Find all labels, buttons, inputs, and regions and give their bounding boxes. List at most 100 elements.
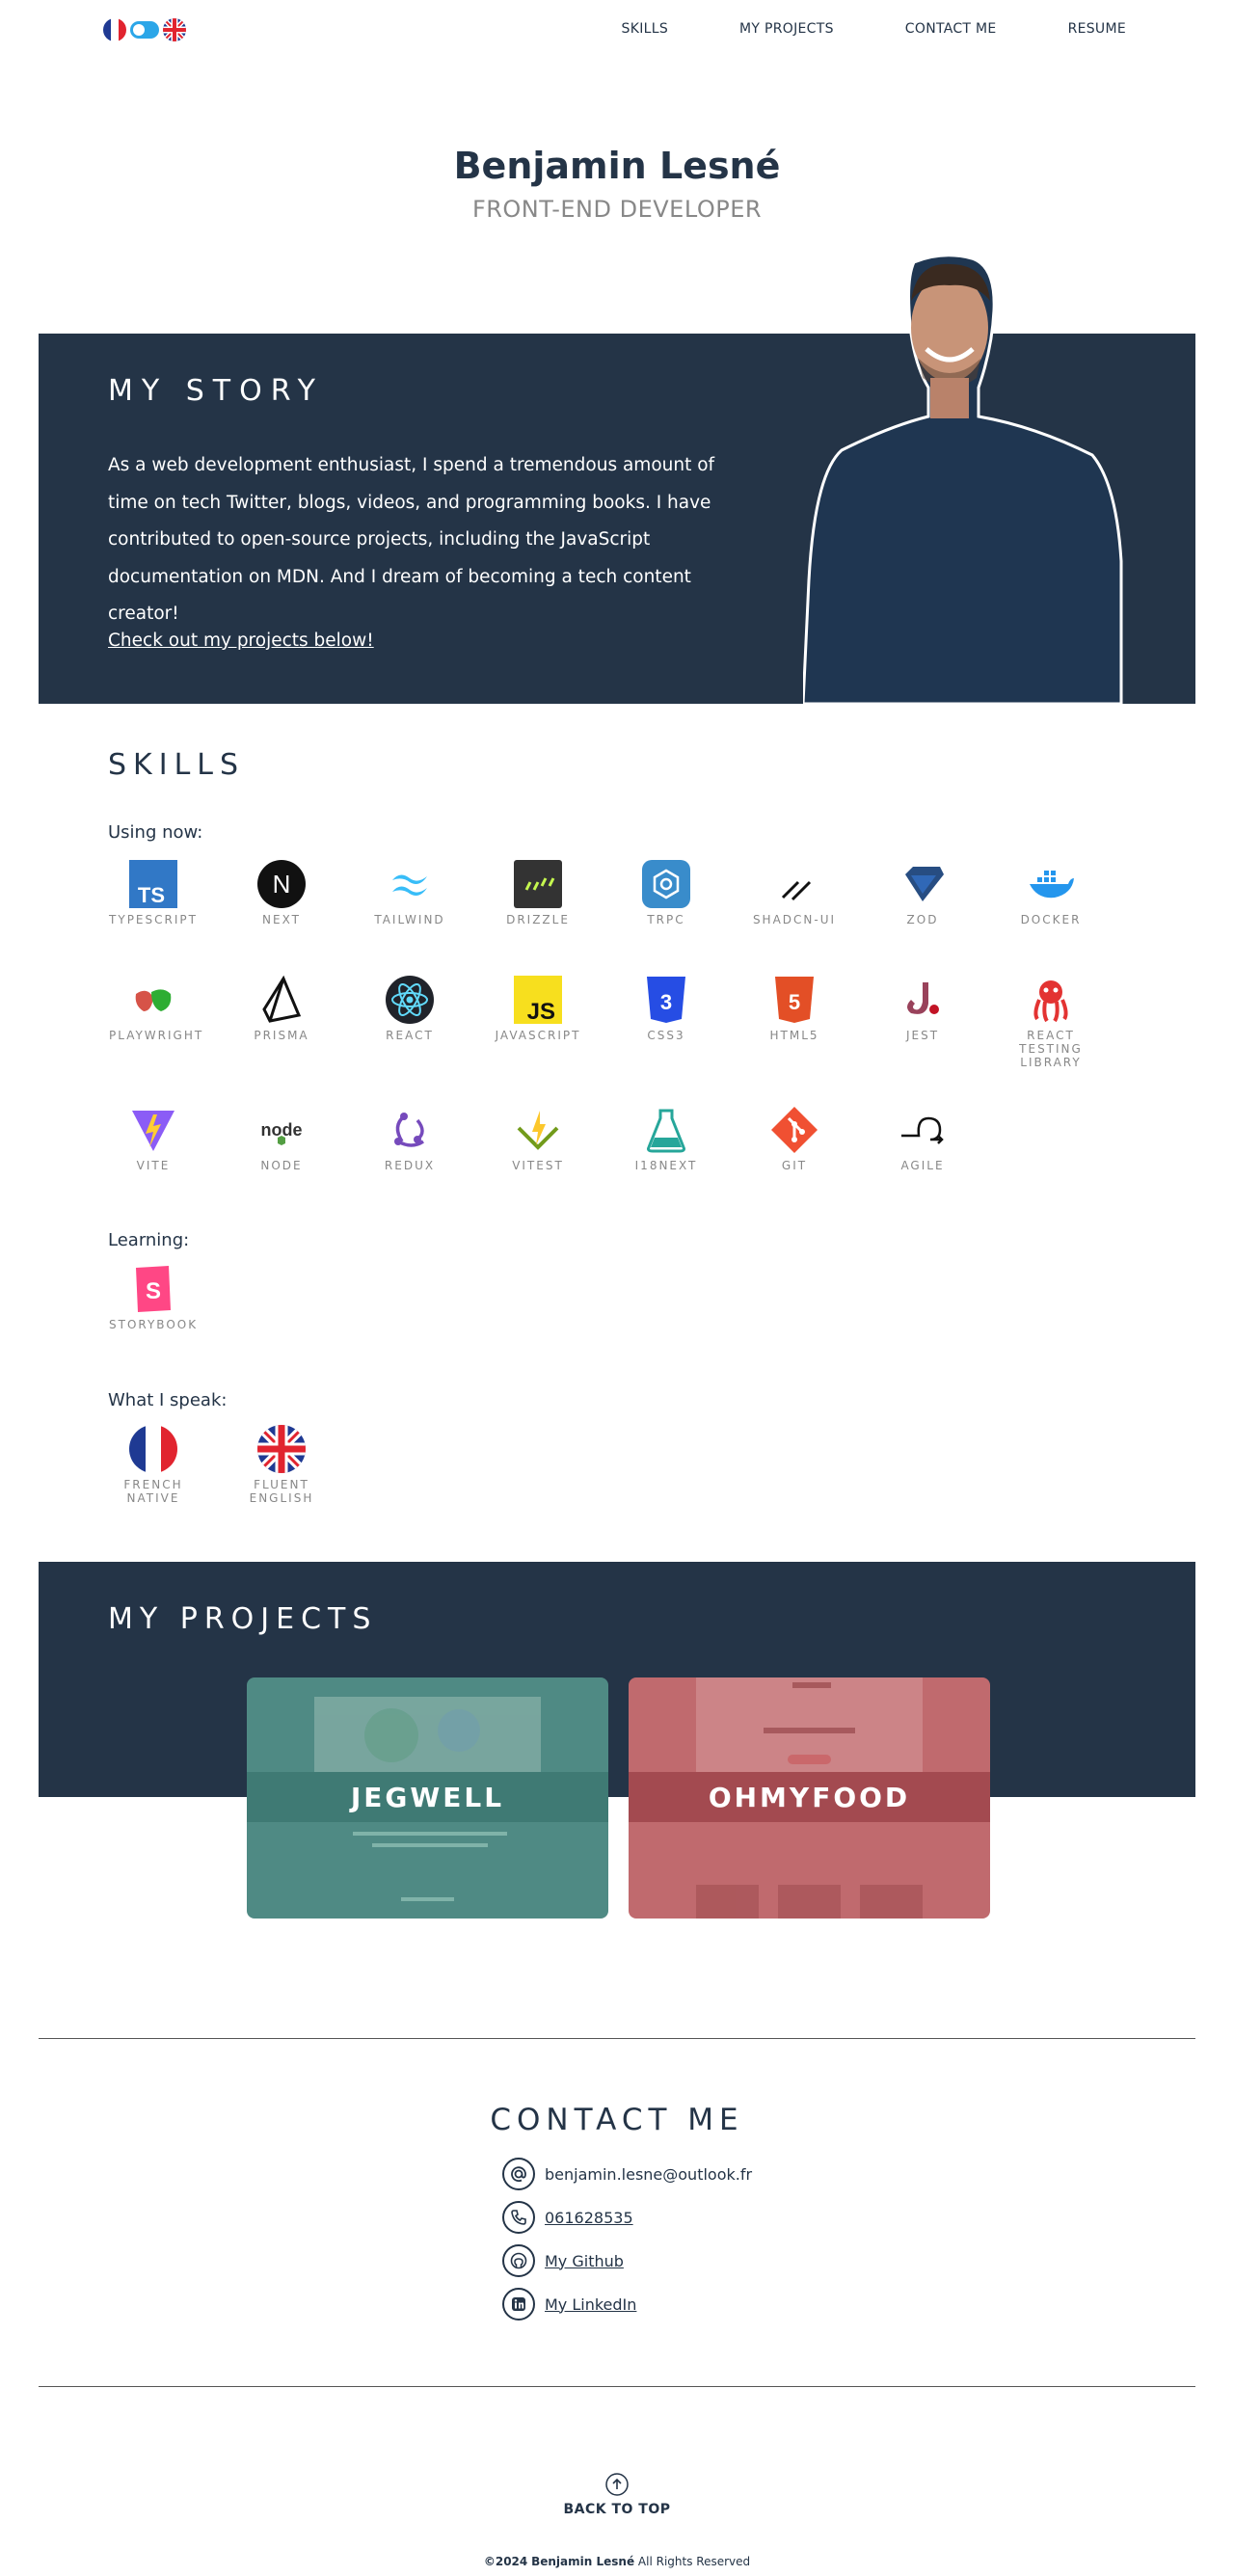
contact-linkedin-row: My LinkedIn: [502, 2288, 636, 2321]
tailwind-icon: [385, 859, 435, 909]
hero-name: Benjamin Lesné: [453, 145, 781, 187]
skill-item: AGILE: [878, 1105, 967, 1172]
linkedin-link[interactable]: My LinkedIn: [545, 2295, 636, 2314]
french-flag-icon[interactable]: [103, 18, 126, 41]
contact-title: CONTACT ME: [490, 2103, 744, 2137]
top-nav: SKILLS MY PROJECTS CONTACT ME RESUME: [0, 0, 1234, 58]
skill-item: TAILWIND: [365, 859, 454, 926]
skill-item: node NODE: [237, 1105, 326, 1172]
copyright-rest: All Rights Reserved: [637, 2555, 751, 2568]
skill-item: REACT TESTING LIBRARY: [1006, 975, 1095, 1069]
projects-title: MY PROJECTS: [108, 1602, 378, 1636]
phone-icon: [502, 2201, 535, 2234]
svg-text:TS: TS: [138, 883, 165, 907]
linkedin-icon: [502, 2288, 535, 2321]
skill-label: FRENCH NATIVE: [123, 1478, 183, 1505]
github-link[interactable]: My Github: [545, 2252, 624, 2270]
speak-label: What I speak:: [108, 1390, 228, 1410]
nav-link-resume[interactable]: RESUME: [1068, 21, 1126, 37]
skill-label: AGILE: [900, 1159, 945, 1172]
skill-item: VITE: [109, 1105, 198, 1172]
contact-phone-link[interactable]: 061628535: [545, 2209, 633, 2227]
redux-icon: [385, 1105, 435, 1155]
skill-item: FLUENT ENGLISH: [237, 1424, 326, 1505]
learning-label: Learning:: [108, 1230, 190, 1250]
project-name: OHMYFOOD: [629, 1772, 990, 1822]
skill-item: N NEXT: [237, 859, 326, 926]
i18next-icon: [641, 1105, 691, 1155]
docker-icon: [1026, 859, 1076, 909]
nav-link-projects[interactable]: MY PROJECTS: [739, 21, 834, 37]
nextjs-icon: N: [256, 859, 307, 909]
copyright: ©2024 Benjamin Lesné All Rights Reserved: [0, 2555, 1234, 2568]
portrait-image: [803, 254, 1123, 704]
divider: [39, 2386, 1195, 2387]
vite-icon: [128, 1105, 178, 1155]
story-text: As a web development enthusiast, I spend…: [108, 455, 715, 624]
nav-link-skills[interactable]: SKILLS: [622, 21, 668, 37]
project-card-ohmyfood[interactable]: OHMYFOOD: [629, 1677, 990, 1919]
skill-item: PLAYWRIGHT: [109, 975, 204, 1042]
skill-label: TRPC: [647, 913, 685, 926]
at-icon: [502, 2158, 535, 2190]
uk-flag-icon: [256, 1424, 307, 1474]
projects-link[interactable]: Check out my projects below!: [108, 631, 374, 651]
contact-email: benjamin.lesne@outlook.fr: [545, 2164, 753, 2184]
skill-label: FLUENT ENGLISH: [249, 1478, 314, 1505]
react-icon: [385, 975, 435, 1025]
git-icon: [769, 1105, 819, 1155]
html5-icon: 5: [769, 975, 819, 1025]
contact-email-row: benjamin.lesne@outlook.fr: [502, 2158, 752, 2190]
skill-label: PRISMA: [254, 1029, 309, 1042]
language-toggle[interactable]: [130, 21, 159, 39]
storybook-icon: S: [128, 1264, 178, 1314]
skill-label: NODE: [260, 1159, 303, 1172]
projects-section: MY PROJECTS: [39, 1562, 1195, 1797]
skill-label: I18NEXT: [634, 1159, 698, 1172]
vitest-icon: [513, 1105, 563, 1155]
jest-icon: [898, 975, 948, 1025]
skill-label: TAILWIND: [374, 913, 445, 926]
svg-text:5: 5: [789, 990, 800, 1014]
language-switcher[interactable]: [103, 18, 186, 41]
skill-label: REACT: [386, 1029, 434, 1042]
zod-icon: [898, 859, 948, 909]
skill-label: STORYBOOK: [109, 1318, 199, 1331]
skill-item: 5 HTML5: [750, 975, 839, 1042]
skill-item: I18NEXT: [622, 1105, 711, 1172]
skill-item: PRISMA: [237, 975, 326, 1042]
nav-links: SKILLS MY PROJECTS CONTACT ME RESUME: [550, 21, 1126, 37]
project-card-jegwell[interactable]: JEGWELL: [247, 1677, 608, 1919]
story-title: MY STORY: [108, 374, 324, 408]
skill-item: DOCKER: [1006, 859, 1095, 926]
node-icon: node: [256, 1105, 307, 1155]
prisma-icon: [256, 975, 307, 1025]
skill-label: REACT TESTING LIBRARY: [1019, 1029, 1083, 1069]
css3-icon: 3: [641, 975, 691, 1025]
skill-item: 3 CSS3: [622, 975, 711, 1042]
skills-title: SKILLS: [108, 748, 246, 782]
agile-icon: [898, 1105, 948, 1155]
back-to-top-label: BACK TO TOP: [563, 2502, 671, 2517]
nav-link-contact[interactable]: CONTACT ME: [905, 21, 997, 37]
skill-label: DRIZZLE: [506, 913, 570, 926]
skill-label: PLAYWRIGHT: [109, 1029, 204, 1042]
skill-item: GIT: [750, 1105, 839, 1172]
uk-flag-icon[interactable]: [163, 18, 186, 41]
back-to-top-button[interactable]: BACK TO TOP: [0, 2473, 1234, 2517]
svg-text:S: S: [146, 1278, 161, 1304]
skill-item: FRENCH NATIVE: [109, 1424, 198, 1505]
skill-item: TS TYPESCRIPT: [109, 859, 198, 926]
skill-label: CSS3: [647, 1029, 685, 1042]
trpc-icon: [641, 859, 691, 909]
skill-item: SHADCN-UI: [750, 859, 839, 926]
contact-github-row: My Github: [502, 2244, 624, 2277]
testing-library-icon: [1026, 975, 1076, 1025]
svg-text:N: N: [273, 870, 291, 899]
skill-label: REDUX: [384, 1159, 436, 1172]
arrow-up-icon: [605, 2473, 629, 2496]
hero-role: FRONT-END DEVELOPER: [471, 196, 763, 223]
skill-label: JAVASCRIPT: [495, 1029, 581, 1042]
contact-phone-row: 061628535: [502, 2201, 633, 2234]
skill-item: ZOD: [878, 859, 967, 926]
